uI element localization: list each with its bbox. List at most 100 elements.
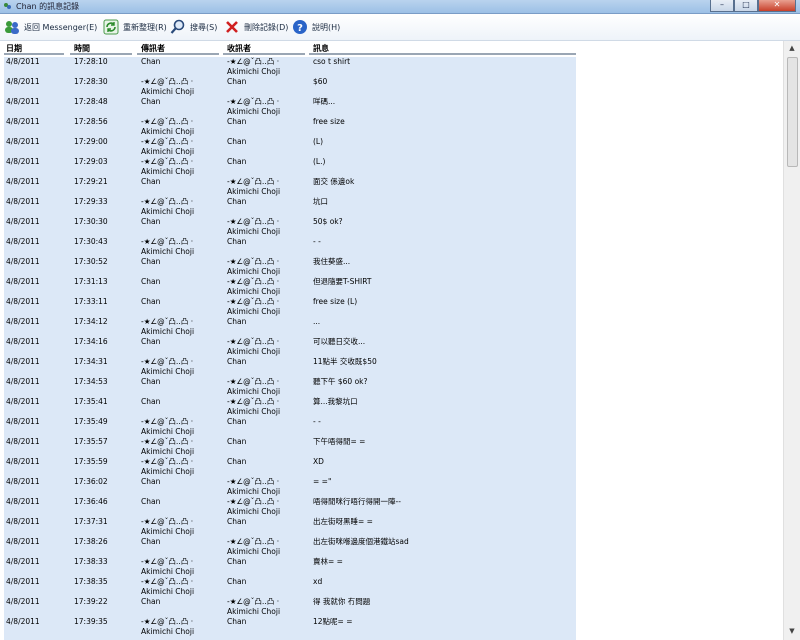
minimize-button[interactable]: – (710, 0, 734, 12)
table-row[interactable]: 4/8/2011 17:35:57 -★∠@ˇ凸‥凸 ‧ Akimichi Choji… (4, 437, 576, 457)
table-row[interactable]: 4/8/2011 17:30:43 -★∠@ˇ凸‥凸 ‧ Akimichi Choji… (4, 237, 576, 257)
cell-message: 但退隨要T-SHIRT (313, 277, 372, 286)
table-row[interactable]: 4/8/2011 17:34:16 Chan -★∠@ˇ凸‥凸 ‧ Akimichi C… (4, 337, 576, 357)
table-row[interactable]: 4/8/2011 17:33:11 Chan -★∠@ˇ凸‥凸 ‧ Akimichi C… (4, 297, 576, 317)
cell-date: 4/8/2011 (6, 337, 40, 346)
cell-message: 出左街呀黑睡= = (313, 517, 373, 526)
window-title: Chan 的訊息記錄 (16, 2, 80, 11)
search-button[interactable]: 搜尋(S) (170, 18, 217, 36)
table-row[interactable]: 4/8/2011 17:35:49 -★∠@ˇ凸‥凸 ‧ Akimichi Choji… (4, 417, 576, 437)
cell-sender: Chan (141, 477, 161, 486)
cell-recipient: -★∠@ˇ凸‥凸 ‧ Akimichi Choji (227, 537, 281, 556)
table-row[interactable]: 4/8/2011 17:28:30 -★∠@ˇ凸‥凸 ‧ Akimichi Choji… (4, 77, 576, 97)
cell-recipient: Chan (227, 117, 247, 126)
cell-date: 4/8/2011 (6, 457, 40, 466)
table-row[interactable]: 4/8/2011 17:38:33 -★∠@ˇ凸‥凸 ‧ Akimichi Choji… (4, 557, 576, 577)
cell-sender: Chan (141, 257, 161, 266)
cell-date: 4/8/2011 (6, 597, 40, 606)
cell-message: - - (313, 237, 321, 246)
refresh-label: 重新整理(R) (123, 22, 167, 32)
table-row[interactable]: 4/8/2011 17:29:00 -★∠@ˇ凸‥凸 ‧ Akimichi Choji… (4, 137, 576, 157)
table-row[interactable]: 4/8/2011 17:29:03 -★∠@ˇ凸‥凸 ‧ Akimichi Choji… (4, 157, 576, 177)
cell-recipient: -★∠@ˇ凸‥凸 ‧ Akimichi Choji (227, 297, 281, 316)
cell-date: 4/8/2011 (6, 417, 40, 426)
cell-recipient: Chan (227, 317, 247, 326)
cell-date: 4/8/2011 (6, 317, 40, 326)
refresh-button[interactable]: 重新整理(R) (103, 18, 167, 36)
table-row[interactable]: 4/8/2011 17:39:35 -★∠@ˇ凸‥凸 ‧ Akimichi Choji… (4, 617, 576, 637)
title-bar: Chan 的訊息記錄 – □ ✕ (0, 0, 800, 14)
back-to-messenger-button[interactable]: 返回 Messenger(E) (4, 18, 97, 36)
table-row[interactable]: 4/8/2011 17:28:10 Chan -★∠@ˇ凸‥凸 ‧ Akimichi C… (4, 57, 576, 77)
cell-message: free size (L) (313, 297, 358, 306)
help-label: 說明(H) (312, 22, 341, 32)
table-row[interactable]: 4/8/2011 17:28:48 Chan -★∠@ˇ凸‥凸 ‧ Akimichi C… (4, 97, 576, 117)
vertical-scrollbar[interactable]: ▲ ▼ (783, 41, 800, 640)
table-row[interactable]: 4/8/2011 17:29:21 Chan -★∠@ˇ凸‥凸 ‧ Akimichi C… (4, 177, 576, 197)
table-row[interactable]: 4/8/2011 17:39:22 Chan -★∠@ˇ凸‥凸 ‧ Akimichi C… (4, 597, 576, 617)
scrollbar-thumb[interactable] (787, 57, 798, 167)
cell-sender: -★∠@ˇ凸‥凸 ‧ Akimichi Choji (141, 77, 195, 96)
cell-sender: -★∠@ˇ凸‥凸 ‧ Akimichi Choji (141, 157, 195, 176)
cell-recipient: Chan (227, 417, 247, 426)
cell-date: 4/8/2011 (6, 117, 40, 126)
cell-time: 17:38:33 (74, 557, 108, 566)
table-row[interactable]: 4/8/2011 17:30:52 Chan -★∠@ˇ凸‥凸 ‧ Akimichi C… (4, 257, 576, 277)
table-row[interactable]: 4/8/2011 17:29:33 -★∠@ˇ凸‥凸 ‧ Akimichi Choji… (4, 197, 576, 217)
cell-sender: Chan (141, 277, 161, 286)
cell-recipient: Chan (227, 157, 247, 166)
maximize-button[interactable]: □ (734, 0, 758, 12)
cell-recipient: Chan (227, 357, 247, 366)
cell-sender: Chan (141, 337, 161, 346)
cell-date: 4/8/2011 (6, 477, 40, 486)
table-row[interactable]: 4/8/2011 17:34:31 -★∠@ˇ凸‥凸 ‧ Akimichi Choji… (4, 357, 576, 377)
cell-time: 17:34:31 (74, 357, 108, 366)
toolbar: 返回 Messenger(E) 重新整理(R) 搜尋(S) 刪除記錄(D) ? … (0, 14, 800, 41)
cell-time: 17:29:33 (74, 197, 108, 206)
cell-sender: Chan (141, 597, 161, 606)
table-row[interactable]: 4/8/2011 17:37:31 -★∠@ˇ凸‥凸 ‧ Akimichi Choji… (4, 517, 576, 537)
cell-sender: Chan (141, 297, 161, 306)
cell-time: 17:29:00 (74, 137, 108, 146)
delete-x-icon (226, 21, 238, 33)
cell-sender: Chan (141, 377, 161, 386)
cell-sender: -★∠@ˇ凸‥凸 ‧ Akimichi Choji (141, 557, 195, 576)
table-row[interactable]: 4/8/2011 17:35:41 Chan -★∠@ˇ凸‥凸 ‧ Akimichi C… (4, 397, 576, 417)
cell-time: 17:30:30 (74, 217, 108, 226)
table-row[interactable]: 4/8/2011 17:28:56 -★∠@ˇ凸‥凸 ‧ Akimichi Choji… (4, 117, 576, 137)
cell-recipient: Chan (227, 237, 247, 246)
table-row[interactable]: 4/8/2011 17:36:46 Chan -★∠@ˇ凸‥凸 ‧ Akimichi C… (4, 497, 576, 517)
cell-message: XD (313, 457, 324, 466)
cell-date: 4/8/2011 (6, 397, 40, 406)
table-row[interactable]: 4/8/2011 17:34:12 -★∠@ˇ凸‥凸 ‧ Akimichi Choji… (4, 317, 576, 337)
cell-date: 4/8/2011 (6, 217, 40, 226)
cell-message: ... (313, 317, 321, 326)
users-icon (5, 21, 19, 34)
table-row[interactable]: 4/8/2011 17:31:13 Chan -★∠@ˇ凸‥凸 ‧ Akimichi C… (4, 277, 576, 297)
cell-recipient: Chan (227, 437, 247, 446)
table-row[interactable]: 4/8/2011 17:34:53 Chan -★∠@ˇ凸‥凸 ‧ Akimichi C… (4, 377, 576, 397)
cell-date: 4/8/2011 (6, 77, 40, 86)
cell-message: 11點半 交收既$50 (313, 357, 377, 366)
delete-history-button[interactable]: 刪除記錄(D) (224, 18, 288, 36)
table-row[interactable]: 4/8/2011 17:36:02 Chan -★∠@ˇ凸‥凸 ‧ Akimichi C… (4, 477, 576, 497)
cell-message: 50$ ok? (313, 217, 343, 226)
scroll-down-arrow-icon[interactable]: ▼ (787, 627, 797, 637)
back-label: 返回 Messenger(E) (24, 22, 98, 32)
close-button[interactable]: ✕ (758, 0, 796, 12)
table-row[interactable]: 4/8/2011 17:38:26 Chan -★∠@ˇ凸‥凸 ‧ Akimichi C… (4, 537, 576, 557)
cell-date: 4/8/2011 (6, 377, 40, 386)
cell-message: 賣林= = (313, 557, 343, 566)
cell-sender: -★∠@ˇ凸‥凸 ‧ Akimichi Choji (141, 417, 195, 436)
scroll-up-arrow-icon[interactable]: ▲ (787, 44, 797, 54)
table-row[interactable]: 4/8/2011 17:35:59 -★∠@ˇ凸‥凸 ‧ Akimichi Choji… (4, 457, 576, 477)
cell-sender: Chan (141, 497, 161, 506)
cell-message: 面交 係邊ok (313, 177, 355, 186)
table-row[interactable]: 4/8/2011 17:30:30 Chan -★∠@ˇ凸‥凸 ‧ Akimichi C… (4, 217, 576, 237)
cell-sender: -★∠@ˇ凸‥凸 ‧ Akimichi Choji (141, 357, 195, 376)
help-button[interactable]: ? 說明(H) (292, 18, 340, 36)
table-row[interactable]: 4/8/2011 17:38:35 -★∠@ˇ凸‥凸 ‧ Akimichi Choji… (4, 577, 576, 597)
cell-sender: -★∠@ˇ凸‥凸 ‧ Akimichi Choji (141, 117, 195, 136)
cell-sender: -★∠@ˇ凸‥凸 ‧ Akimichi Choji (141, 517, 195, 536)
cell-time: 17:31:13 (74, 277, 108, 286)
